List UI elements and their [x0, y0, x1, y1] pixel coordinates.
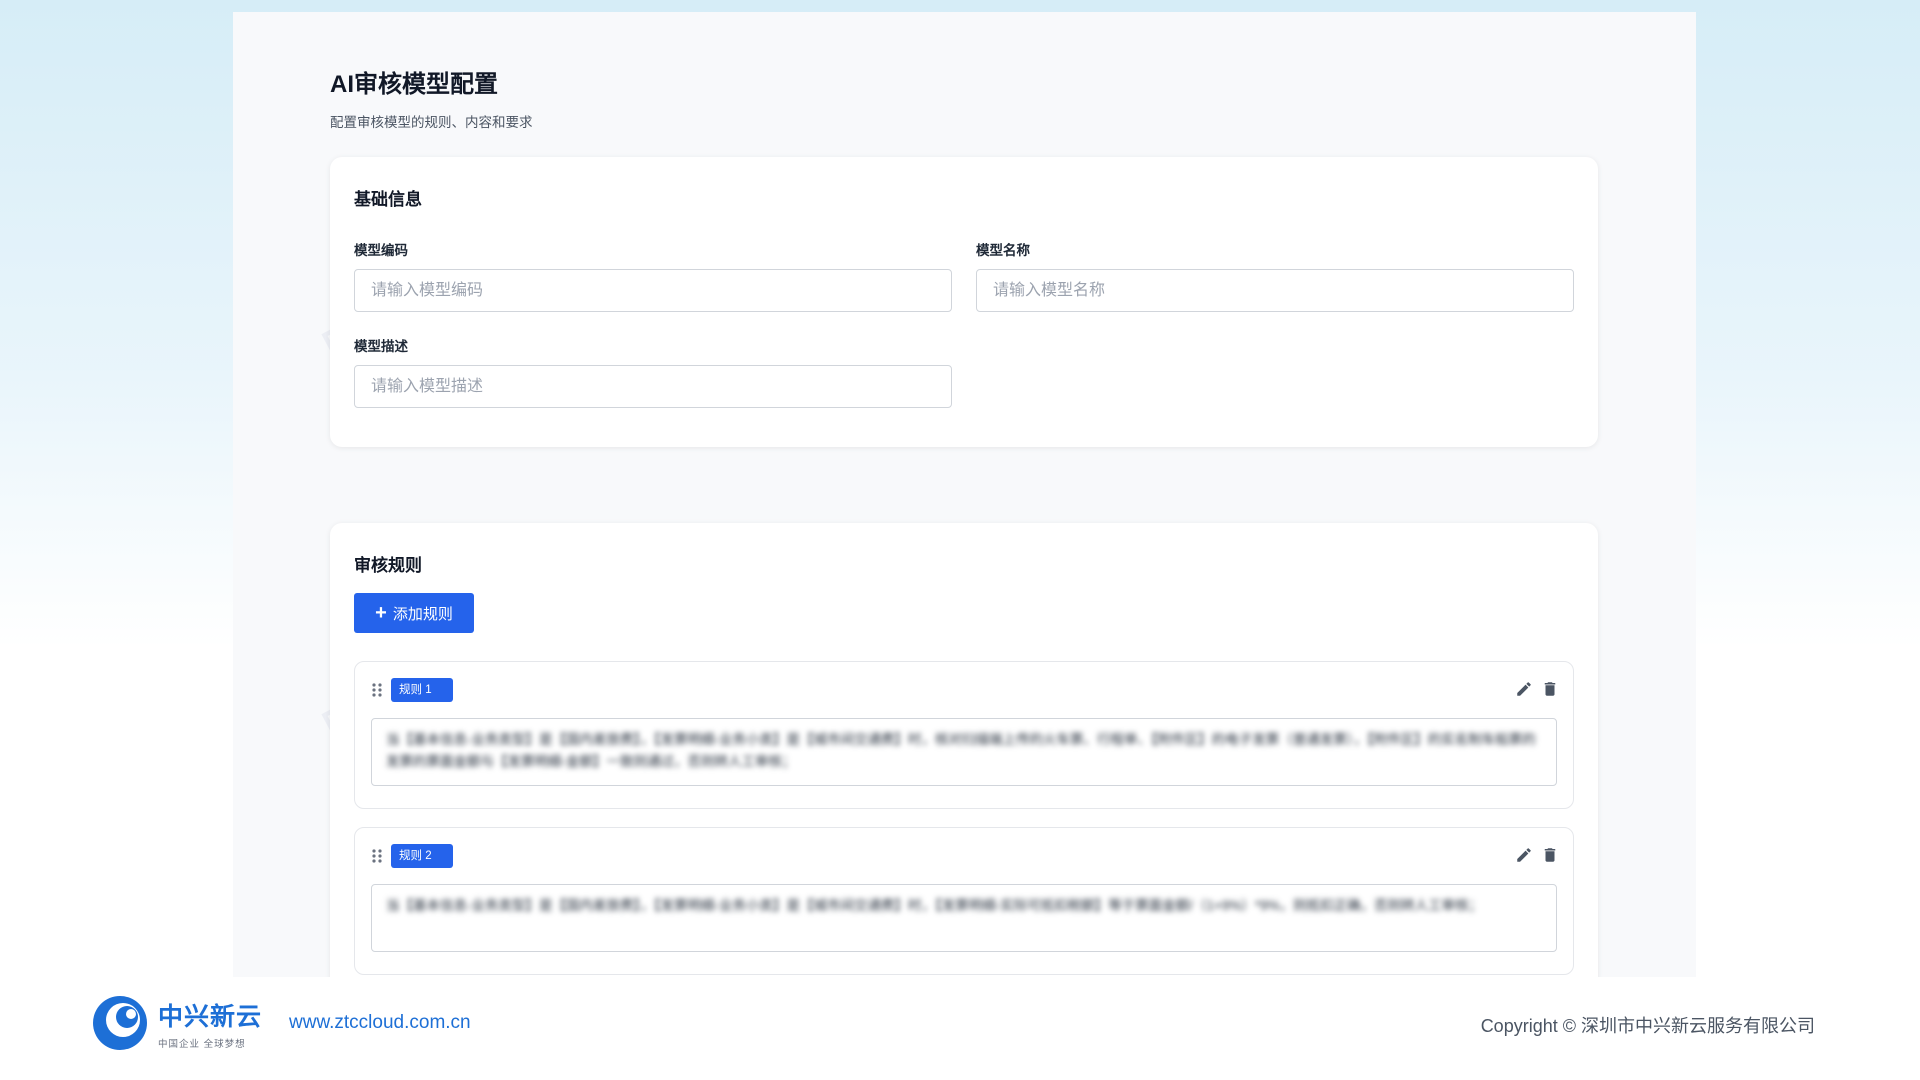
trash-icon[interactable]	[1541, 846, 1559, 864]
model-desc-input[interactable]	[354, 365, 952, 408]
model-name-input[interactable]	[976, 269, 1574, 312]
drag-handle-icon[interactable]	[371, 682, 383, 698]
rule-item: 规则 1 当【基本信息-业务类型】是【国内差旅费】，【发票明细-业务小类】是【城…	[354, 661, 1574, 809]
logo-slogan: 中国企业 全球梦想	[158, 1038, 246, 1050]
audit-rules-title: 审核规则	[354, 556, 422, 575]
add-rule-button[interactable]: + 添加规则	[354, 593, 474, 633]
rule-text: 当【基本信息-业务类型】是【国内差旅费】，【发票明细-业务小类】是【城市间交通费…	[386, 732, 1536, 769]
rule-content-box[interactable]: 当【基本信息-业务类型】是【国内差旅费】，【发票明细-业务小类】是【城市间交通费…	[371, 884, 1557, 952]
model-code-label: 模型编码	[354, 243, 408, 258]
rule-actions	[1515, 680, 1559, 698]
basic-info-title: 基础信息	[354, 190, 422, 209]
copyright-text: Copyright © 深圳市中兴新云服务有限公司	[1480, 1016, 1815, 1036]
page-title: AI审核模型配置	[330, 71, 498, 98]
add-rule-label: 添加规则	[392, 605, 453, 623]
edit-pencil-icon[interactable]	[1515, 680, 1533, 698]
main-panel: 中兴新云 中兴新云 中兴新云 中兴新云 中兴新云 中兴新云 AI审核模型配置 配…	[233, 12, 1696, 977]
model-name-label: 模型名称	[976, 243, 1030, 258]
website-link[interactable]: www.ztccloud.com.cn	[289, 1012, 471, 1034]
rule-badge: 规则 1	[391, 678, 453, 702]
logo-name: 中兴新云	[158, 1002, 263, 1031]
model-code-field: 模型编码	[354, 239, 952, 312]
rule-text: 当【基本信息-业务类型】是【国内差旅费】，【发票明细-业务小类】是【城市间交通费…	[386, 898, 1483, 913]
edit-pencil-icon[interactable]	[1515, 846, 1533, 864]
audit-rules-card: 审核规则 + 添加规则 规则 1 当【基本信息-业务类型】是【国内差旅费】，【发…	[330, 523, 1598, 977]
brand-logo: 中兴新云 中国企业 全球梦想	[90, 993, 262, 1053]
basic-info-card: 基础信息 模型编码 模型名称 模型描述	[330, 157, 1598, 447]
drag-handle-icon[interactable]	[371, 848, 383, 864]
model-desc-field: 模型描述	[354, 335, 952, 408]
page-subtitle: 配置审核模型的规则、内容和要求	[330, 115, 533, 130]
model-desc-label: 模型描述	[354, 339, 408, 354]
cloud-logo-icon	[93, 996, 147, 1050]
rule-badge: 规则 2	[391, 844, 453, 868]
rule-content-box[interactable]: 当【基本信息-业务类型】是【国内差旅费】，【发票明细-业务小类】是【城市间交通费…	[371, 718, 1557, 786]
trash-icon[interactable]	[1541, 680, 1559, 698]
rule-actions	[1515, 846, 1559, 864]
rule-item: 规则 2 当【基本信息-业务类型】是【国内差旅费】，【发票明细-业务小类】是【城…	[354, 827, 1574, 975]
plus-icon: +	[375, 602, 387, 624]
model-name-field: 模型名称	[976, 239, 1574, 312]
model-code-input[interactable]	[354, 269, 952, 312]
page-header: AI审核模型配置 配置审核模型的规则、内容和要求	[330, 64, 533, 131]
